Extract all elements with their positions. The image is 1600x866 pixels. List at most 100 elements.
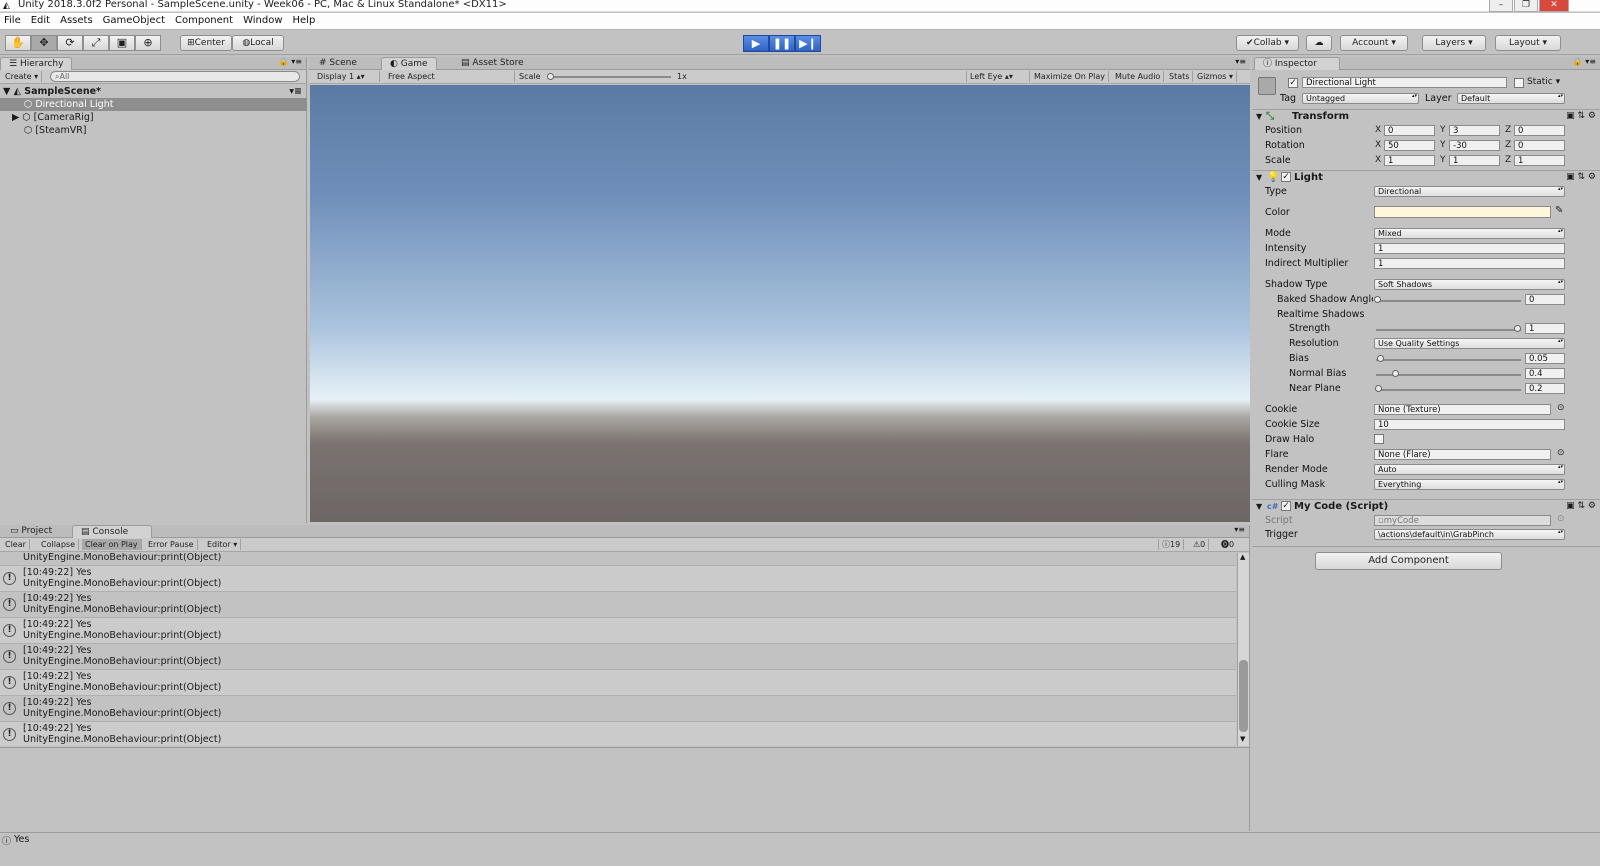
cookie-field[interactable]: None (Texture): [1374, 404, 1551, 415]
scene-menu-icon[interactable]: ▾≡: [289, 85, 302, 98]
log-entry[interactable]: ! [10:49:22] Yes UnityEngine.MonoBehaviour…: [0, 722, 1236, 746]
panel-menu-icon[interactable]: ▾≡: [1234, 525, 1245, 534]
expand-arrow-icon[interactable]: ▶: [12, 112, 19, 123]
clear-button[interactable]: Clear: [2, 539, 30, 550]
light-color-swatch[interactable]: [1374, 206, 1551, 218]
step-button[interactable]: ▶❙: [795, 35, 821, 52]
layers-dropdown[interactable]: Layers ▾: [1422, 35, 1486, 51]
component-menu-icon[interactable]: ▣ ⇅ ⚙: [1566, 110, 1596, 123]
eyedropper-icon[interactable]: ✎: [1555, 205, 1563, 216]
menu-assets[interactable]: Assets: [56, 13, 99, 29]
trigger-dropdown[interactable]: \actions\default\in\GrabPinch: [1374, 529, 1565, 540]
gizmos-dropdown[interactable]: Gizmos ▾: [1194, 71, 1238, 82]
collapse-arrow-icon[interactable]: ▼: [1256, 171, 1262, 184]
play-button[interactable]: ▶: [743, 35, 769, 52]
baked-angle-slider-track[interactable]: [1376, 300, 1521, 302]
stats-toggle[interactable]: Stats: [1166, 71, 1194, 82]
intensity-field[interactable]: 1: [1374, 243, 1565, 254]
account-dropdown[interactable]: Account ▾: [1340, 35, 1408, 51]
tab-inspector[interactable]: ⓘ Inspector: [1254, 57, 1340, 70]
transform-tool-icon[interactable]: ⊕: [135, 35, 161, 51]
rect-tool-icon[interactable]: ▣: [109, 35, 135, 51]
component-menu-icon[interactable]: ▣ ⇅ ⚙: [1566, 171, 1596, 184]
mute-audio-toggle[interactable]: Mute Audio: [1112, 71, 1165, 82]
log-entry[interactable]: ! [10:49:22] Yes UnityEngine.MonoBehaviour…: [0, 696, 1236, 722]
draw-halo-checkbox[interactable]: [1374, 434, 1384, 444]
menu-component[interactable]: Component: [171, 13, 239, 29]
position-y-field[interactable]: 3: [1449, 125, 1500, 136]
position-z-field[interactable]: 0: [1514, 125, 1565, 136]
scroll-down-icon[interactable]: ▼: [1240, 735, 1245, 743]
flare-field[interactable]: None (Flare): [1374, 449, 1551, 460]
create-dropdown[interactable]: Create ▾: [2, 71, 43, 82]
cloud-icon[interactable]: ☁: [1306, 35, 1332, 51]
light-header[interactable]: ▼ 💡 ✓ Light ▣ ⇅ ⚙: [1252, 170, 1600, 184]
scale-tool-icon[interactable]: ⤢: [83, 35, 109, 51]
strength-field[interactable]: 1: [1525, 323, 1565, 334]
scene-row[interactable]: ▼ ◭ SampleScene* ▾≡: [0, 85, 307, 98]
log-entry[interactable]: ! [10:49:22] Yes UnityEngine.MonoBehaviour…: [0, 566, 1236, 592]
object-picker-icon[interactable]: ⊙: [1557, 448, 1565, 458]
log-entry[interactable]: ! [10:49:22] Yes UnityEngine.MonoBehaviour…: [0, 592, 1236, 618]
layer-dropdown[interactable]: Default: [1457, 93, 1565, 104]
display-dropdown[interactable]: Display 1 ▴▾: [314, 71, 380, 82]
tag-dropdown[interactable]: Untagged: [1302, 93, 1419, 104]
tab-game[interactable]: ◐ Game: [381, 57, 437, 70]
info-count-toggle[interactable]: ⓘ19: [1158, 539, 1185, 550]
error-pause-toggle[interactable]: Error Pause: [145, 539, 198, 550]
warning-count-toggle[interactable]: ⚠0: [1190, 539, 1210, 550]
baked-angle-field[interactable]: 0: [1525, 294, 1565, 305]
collapse-arrow-icon[interactable]: ▼: [1256, 500, 1262, 513]
menu-file[interactable]: File: [0, 13, 27, 29]
hierarchy-item-camerarig[interactable]: ▶ ⬡ [CameraRig]: [0, 111, 307, 124]
rotation-z-field[interactable]: 0: [1514, 140, 1565, 151]
close-icon[interactable]: ✕: [1539, 0, 1569, 12]
log-entry[interactable]: ! [10:49:22] Yes UnityEngine.MonoBehaviour…: [0, 618, 1236, 644]
scale-y-field[interactable]: 1: [1449, 155, 1500, 166]
game-viewport[interactable]: [310, 85, 1250, 522]
pivot-center-button[interactable]: ⊞Center: [180, 35, 232, 51]
light-enabled-checkbox[interactable]: ✓: [1281, 172, 1291, 182]
panel-menu-icon[interactable]: 🔒 ▾≡: [279, 57, 302, 66]
hand-tool-icon[interactable]: ✋: [5, 35, 31, 51]
component-menu-icon[interactable]: ▣ ⇅ ⚙: [1566, 500, 1596, 513]
culling-mask-dropdown[interactable]: Everything: [1374, 479, 1565, 490]
tab-scene[interactable]: # Scene: [311, 57, 365, 70]
expand-arrow-icon[interactable]: ▼: [3, 86, 10, 97]
active-checkbox[interactable]: ✓: [1288, 78, 1298, 88]
object-name-field[interactable]: Directional Light: [1302, 77, 1507, 88]
panel-menu-icon[interactable]: ▾≡: [1235, 57, 1246, 66]
bias-slider-track[interactable]: [1376, 359, 1521, 361]
scrollbar-thumb[interactable]: [1239, 660, 1248, 732]
collapse-arrow-icon[interactable]: ▼: [1256, 110, 1262, 123]
minimize-icon[interactable]: –: [1489, 0, 1513, 12]
near-plane-slider-track[interactable]: [1376, 389, 1521, 391]
normal-bias-slider-handle[interactable]: [1392, 370, 1399, 377]
tab-asset-store[interactable]: ▤ Asset Store: [453, 57, 532, 70]
rotation-x-field[interactable]: 50: [1384, 140, 1435, 151]
cookie-size-field[interactable]: 10: [1374, 419, 1565, 430]
maximize-icon[interactable]: ❐: [1514, 0, 1538, 12]
mode-dropdown[interactable]: Mixed: [1374, 228, 1565, 239]
aspect-dropdown[interactable]: Free Aspect: [385, 71, 515, 82]
log-entry[interactable]: ! [10:49:22] Yes UnityEngine.MonoBehaviour…: [0, 670, 1236, 696]
rotation-y-field[interactable]: -30: [1449, 140, 1500, 151]
editor-dropdown[interactable]: Editor ▾: [204, 539, 242, 550]
eye-dropdown[interactable]: Left Eye ▴▾: [966, 71, 1030, 82]
strength-slider-track[interactable]: [1376, 329, 1521, 331]
console-scrollbar[interactable]: ▲ ▼: [1237, 553, 1249, 746]
scale-slider-handle[interactable]: [547, 73, 554, 80]
layout-dropdown[interactable]: Layout ▾: [1495, 35, 1561, 51]
status-message[interactable]: Yes: [14, 834, 29, 845]
menu-window[interactable]: Window: [239, 13, 288, 29]
strength-slider-handle[interactable]: [1514, 325, 1521, 332]
pause-button[interactable]: ❚❚: [769, 35, 795, 52]
menu-edit[interactable]: Edit: [27, 13, 56, 29]
tab-hierarchy[interactable]: ☰ Hierarchy: [0, 57, 73, 70]
render-mode-dropdown[interactable]: Auto: [1374, 464, 1565, 475]
hierarchy-item-directional-light[interactable]: ⬡ Directional Light: [0, 98, 307, 111]
near-plane-field[interactable]: 0.2: [1525, 383, 1565, 394]
pivot-local-button[interactable]: ◍Local: [232, 35, 284, 51]
hierarchy-item-steamvr[interactable]: ⬡ [SteamVR]: [0, 124, 307, 137]
resolution-dropdown[interactable]: Use Quality Settings: [1374, 338, 1565, 349]
